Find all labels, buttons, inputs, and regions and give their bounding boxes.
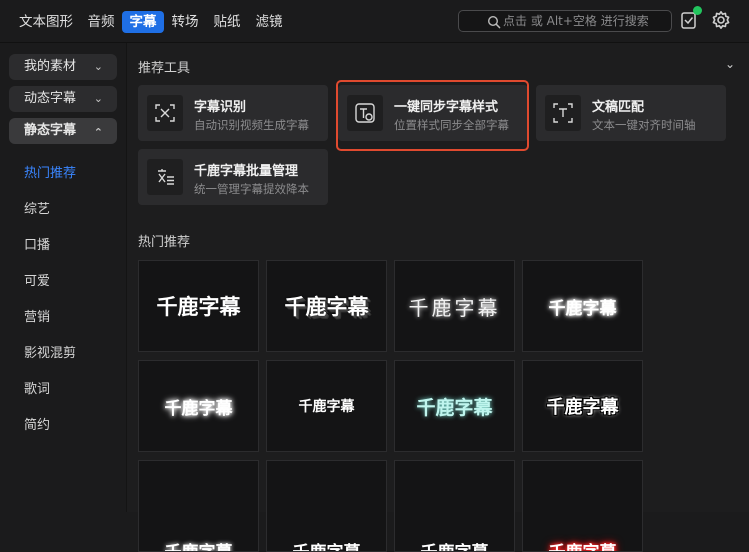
- subcategory-marketing[interactable]: 营销: [24, 306, 50, 325]
- tab-filters[interactable]: 滤镜: [252, 11, 286, 33]
- preset-text: 千鹿字幕: [548, 298, 617, 319]
- preset-text: 千鹿字幕: [546, 397, 619, 418]
- collapse-chevron-icon[interactable]: ⌄: [725, 57, 735, 71]
- subcategory-talk[interactable]: 口播: [24, 234, 50, 253]
- tool-name: 文稿匹配: [592, 100, 645, 115]
- batch-manage-icon: [147, 159, 183, 195]
- preset-card[interactable]: 千鹿字幕: [138, 360, 259, 452]
- preset-text: 千鹿字幕: [395, 535, 514, 552]
- subcategory-film-mix[interactable]: 影视混剪: [24, 342, 76, 361]
- preset-card[interactable]: 千鹿字幕: [394, 260, 515, 352]
- category-dynamic-subtitles[interactable]: 动态字幕 ⌄: [9, 86, 117, 112]
- subcategory-hot[interactable]: 热门推荐: [24, 162, 76, 181]
- subcategory-variety[interactable]: 综艺: [24, 198, 50, 217]
- preset-card[interactable]: 千鹿字幕: [266, 260, 387, 352]
- subtitle-recognize-icon: [147, 95, 183, 131]
- preset-text: 千鹿字幕: [523, 535, 642, 552]
- category-label: 静态字幕: [24, 123, 77, 138]
- preset-text: 千鹿字幕: [408, 295, 501, 320]
- subcategory-simple[interactable]: 简约: [24, 414, 50, 433]
- chevron-down-icon: ⌄: [93, 60, 103, 73]
- preset-card[interactable]: 千鹿字幕: [394, 460, 515, 552]
- preset-card[interactable]: 千鹿字幕: [138, 460, 259, 552]
- sidebar: 我的素材 ⌄ 动态字幕 ⌄ 静态字幕 ⌃ 热门推荐 综艺 口播 可爱 营销 影视…: [0, 43, 127, 512]
- preset-card[interactable]: 千鹿字幕: [138, 260, 259, 352]
- notification-badge: [693, 6, 702, 15]
- preset-text: 千鹿字幕: [164, 398, 233, 419]
- preset-text: 千鹿字幕: [267, 535, 386, 552]
- chevron-up-icon: ⌃: [93, 126, 103, 139]
- hot-section-title: 热门推荐: [138, 235, 191, 250]
- preset-card[interactable]: 千鹿字幕: [522, 260, 643, 352]
- tools-section-title: 推荐工具: [138, 61, 191, 76]
- preset-text: 千鹿字幕: [139, 535, 258, 552]
- category-static-subtitles[interactable]: 静态字幕 ⌃: [9, 118, 117, 144]
- tool-script-matching[interactable]: 文稿匹配 文本一键对齐时间轴: [536, 85, 726, 141]
- preset-card[interactable]: 千鹿字幕: [522, 460, 643, 552]
- tool-description: 统一管理字幕提效降本: [194, 182, 309, 196]
- text-match-icon: [545, 95, 581, 131]
- tab-stickers[interactable]: 贴纸: [210, 11, 244, 33]
- category-my-assets[interactable]: 我的素材 ⌄: [9, 54, 117, 80]
- tool-description: 文本一键对齐时间轴: [592, 118, 696, 132]
- task-check-icon[interactable]: [680, 6, 702, 30]
- preset-card[interactable]: 千鹿字幕: [266, 360, 387, 452]
- tab-text-graphics[interactable]: 文本图形: [14, 11, 78, 33]
- preset-card[interactable]: 千鹿字幕: [522, 360, 643, 452]
- subcategory-cute[interactable]: 可爱: [24, 270, 50, 289]
- chevron-down-icon: ⌄: [93, 92, 103, 105]
- preset-text: 千鹿字幕: [298, 399, 355, 415]
- tab-audio[interactable]: 音频: [84, 11, 118, 33]
- search-box[interactable]: [458, 10, 672, 32]
- top-bar: 文本图形 音频 字幕 转场 贴纸 滤镜: [0, 0, 749, 43]
- subcategory-lyrics[interactable]: 歌词: [24, 378, 50, 397]
- search-icon: [487, 15, 501, 29]
- preset-text: 千鹿字幕: [284, 295, 369, 319]
- preset-text: 千鹿字幕: [416, 396, 493, 419]
- tool-name: 千鹿字幕批量管理: [194, 164, 299, 179]
- tool-name: 字幕识别: [194, 100, 247, 115]
- preset-card[interactable]: 千鹿字幕: [394, 360, 515, 452]
- preset-card[interactable]: 千鹿字幕: [266, 460, 387, 552]
- settings-icon[interactable]: [711, 10, 731, 30]
- tab-subtitles[interactable]: 字幕: [122, 11, 164, 33]
- tool-batch-subtitle-management[interactable]: 千鹿字幕批量管理 统一管理字幕提效降本: [138, 149, 328, 205]
- category-label: 我的素材: [24, 59, 77, 74]
- tool-description: 自动识别视频生成字幕: [194, 118, 309, 132]
- preset-text: 千鹿字幕: [156, 295, 241, 319]
- category-label: 动态字幕: [24, 91, 77, 106]
- tool-subtitle-recognition[interactable]: 字幕识别 自动识别视频生成字幕: [138, 85, 328, 141]
- highlight-outline: [336, 80, 529, 151]
- main-panel: 推荐工具 ⌄ 字幕识别 自动识别视频生成字幕 一键同步字幕样式 位置样式同步全部…: [127, 43, 749, 552]
- tab-transitions[interactable]: 转场: [168, 11, 202, 33]
- search-input[interactable]: [503, 13, 663, 29]
